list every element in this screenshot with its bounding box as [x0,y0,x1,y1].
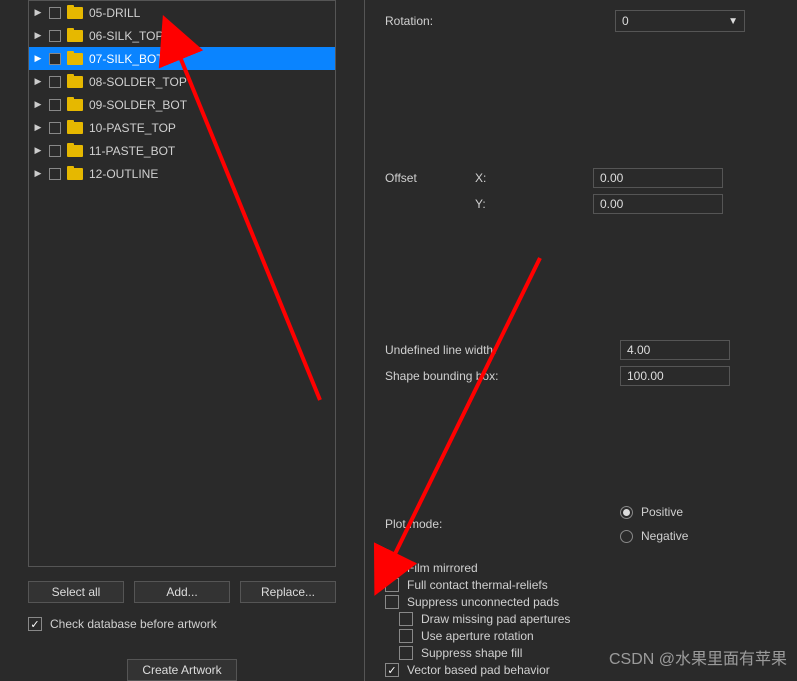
chevron-down-icon: ▼ [728,16,738,27]
tree-label: 08-SOLDER_TOP [89,75,335,89]
tree-row[interactable]: ▶ 10-PASTE_TOP [29,116,335,139]
row-checkbox[interactable] [49,122,61,134]
suppress-unconnected-label: Suppress unconnected pads [407,595,559,609]
row-checkbox[interactable] [49,168,61,180]
positive-radio[interactable] [620,506,633,519]
vector-based-label: Vector based pad behavior [407,663,550,677]
expand-icon[interactable]: ▶ [33,123,43,133]
left-panel: ▶ 05-DRILL ▶ 06-SILK_TOP ▶ 07-SILK_BOT ▶ [0,0,365,681]
expand-icon[interactable]: ▶ [33,54,43,64]
tree-label: 09-SOLDER_BOT [89,98,335,112]
row-checkbox[interactable] [49,145,61,157]
check-db-row: Check database before artwork [28,617,336,631]
film-mirrored-checkbox[interactable] [385,561,399,575]
row-checkbox[interactable] [49,76,61,88]
draw-missing-label: Draw missing pad apertures [421,612,570,626]
tree-button-row: Select all Add... Replace... [28,581,336,603]
tree-row[interactable]: ▶ 09-SOLDER_BOT [29,93,335,116]
layer-tree[interactable]: ▶ 05-DRILL ▶ 06-SILK_TOP ▶ 07-SILK_BOT ▶ [28,0,336,567]
expand-icon[interactable]: ▶ [33,31,43,41]
tree-label: 11-PASTE_BOT [89,144,335,158]
create-artwork-button[interactable]: Create Artwork [127,659,237,681]
offset-label: Offset [385,171,475,185]
tree-row[interactable]: ▶ 08-SOLDER_TOP [29,70,335,93]
tree-label: 05-DRILL [89,6,335,20]
select-all-button[interactable]: Select all [28,581,124,603]
rotation-label: Rotation: [385,14,475,28]
folder-icon [67,7,83,19]
folder-icon [67,145,83,157]
right-panel: Rotation: 0 ▼ Offset X: Y: Undefined lin… [365,0,797,681]
offset-x-input[interactable] [593,168,723,188]
folder-icon [67,168,83,180]
tree-label: 06-SILK_TOP [89,29,335,43]
folder-icon [67,99,83,111]
suppress-shape-checkbox[interactable] [399,646,413,660]
x-label: X: [475,171,493,185]
tree-row[interactable]: ▶ 12-OUTLINE [29,162,335,185]
expand-icon[interactable]: ▶ [33,169,43,179]
film-mirrored-label: Film mirrored [407,561,478,575]
expand-icon[interactable]: ▶ [33,77,43,87]
tree-label: 10-PASTE_TOP [89,121,335,135]
rotation-combo[interactable]: 0 ▼ [615,10,745,32]
draw-missing-checkbox[interactable] [399,612,413,626]
ulw-input[interactable] [620,340,730,360]
plot-mode-label: Plot mode: [385,517,525,531]
tree-row-selected[interactable]: ▶ 07-SILK_BOT [29,47,335,70]
tree-row[interactable]: ▶ 05-DRILL [29,1,335,24]
ulw-label: Undefined line width: [385,343,525,357]
full-contact-label: Full contact thermal-reliefs [407,578,548,592]
offset-y-input[interactable] [593,194,723,214]
check-db-label: Check database before artwork [50,617,217,631]
folder-icon [67,122,83,134]
tree-label: 07-SILK_BOT [89,52,335,66]
folder-icon [67,30,83,42]
y-label: Y: [475,197,493,211]
tree-label: 12-OUTLINE [89,167,335,181]
negative-label: Negative [641,529,688,543]
sbb-input[interactable] [620,366,730,386]
folder-icon [67,53,83,65]
suppress-unconnected-checkbox[interactable] [385,595,399,609]
tree-row[interactable]: ▶ 06-SILK_TOP [29,24,335,47]
row-checkbox[interactable] [49,99,61,111]
expand-icon[interactable]: ▶ [33,146,43,156]
full-contact-checkbox[interactable] [385,578,399,592]
sbb-label: Shape bounding box: [385,369,525,383]
tree-row[interactable]: ▶ 11-PASTE_BOT [29,139,335,162]
row-checkbox[interactable] [49,7,61,19]
expand-icon[interactable]: ▶ [33,8,43,18]
add-button[interactable]: Add... [134,581,230,603]
replace-button[interactable]: Replace... [240,581,336,603]
use-aperture-label: Use aperture rotation [421,629,534,643]
row-checkbox[interactable] [49,30,61,42]
vector-based-checkbox[interactable] [385,663,399,677]
expand-icon[interactable]: ▶ [33,100,43,110]
rotation-value: 0 [622,14,629,28]
use-aperture-checkbox[interactable] [399,629,413,643]
folder-icon [67,76,83,88]
check-db-checkbox[interactable] [28,617,42,631]
suppress-shape-label: Suppress shape fill [421,646,522,660]
negative-radio[interactable] [620,530,633,543]
row-checkbox[interactable] [49,53,61,65]
positive-label: Positive [641,505,683,519]
